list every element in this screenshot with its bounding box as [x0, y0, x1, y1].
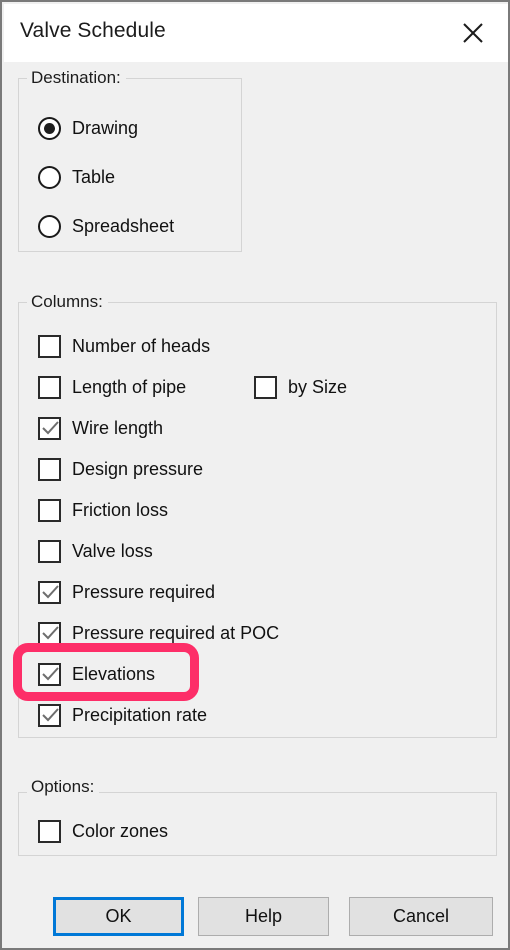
valve-schedule-dialog: Valve Schedule Destination: Drawing Tabl…	[0, 0, 510, 950]
ok-button[interactable]: OK	[53, 897, 184, 936]
destination-legend: Destination:	[27, 68, 126, 88]
checkbox-precipitation-rate[interactable]	[38, 703, 61, 727]
checkbox-label-valve-loss: Valve loss	[72, 541, 153, 561]
checkbox-pressure-required[interactable]	[38, 580, 61, 604]
checkbox-row-precipitation-rate[interactable]: Precipitation rate	[38, 702, 207, 728]
checkbox-label-wire-length: Wire length	[72, 418, 164, 438]
checkbox-row-by-size[interactable]: by Size	[254, 374, 347, 400]
columns-legend: Columns:	[27, 292, 108, 312]
checkbox-number-of-heads[interactable]	[38, 334, 61, 358]
radio-row-drawing[interactable]: Drawing	[38, 115, 138, 141]
checkbox-label-by-size: by Size	[288, 377, 348, 397]
checkbox-pressure-required-at-poc[interactable]	[38, 621, 61, 645]
checkbox-row-design-pressure[interactable]: Design pressure	[38, 456, 203, 482]
radio-drawing[interactable]	[38, 116, 61, 140]
checkbox-row-pressure-required-at-poc[interactable]: Pressure required at POC	[38, 620, 279, 646]
radio-spreadsheet[interactable]	[38, 214, 61, 238]
radio-row-spreadsheet[interactable]: Spreadsheet	[38, 213, 174, 239]
checkbox-row-color-zones[interactable]: Color zones	[38, 818, 168, 844]
checkbox-row-elevations[interactable]: Elevations	[38, 661, 155, 687]
radio-table[interactable]	[38, 165, 61, 189]
checkbox-elevations[interactable]	[38, 662, 61, 686]
checkbox-label-friction-loss: Friction loss	[72, 500, 169, 520]
checkbox-row-length-of-pipe[interactable]: Length of pipe	[38, 374, 186, 400]
window-title: Valve Schedule	[20, 19, 166, 42]
help-button[interactable]: Help	[198, 897, 329, 936]
checkbox-friction-loss[interactable]	[38, 498, 61, 522]
radio-row-table[interactable]: Table	[38, 164, 115, 190]
radio-label-drawing: Drawing	[72, 118, 139, 138]
checkbox-label-design-pressure: Design pressure	[72, 459, 204, 479]
title-bar: Valve Schedule	[4, 4, 508, 62]
checkbox-row-number-of-heads[interactable]: Number of heads	[38, 333, 210, 359]
checkbox-row-friction-loss[interactable]: Friction loss	[38, 497, 168, 523]
checkbox-label-pressure-required: Pressure required	[72, 582, 216, 602]
close-icon[interactable]	[446, 12, 500, 54]
checkbox-label-pressure-required-at-poc: Pressure required at POC	[72, 623, 280, 643]
cancel-button[interactable]: Cancel	[349, 897, 493, 936]
radio-label-spreadsheet: Spreadsheet	[72, 216, 175, 236]
options-legend: Options:	[27, 777, 100, 797]
checkbox-label-color-zones: Color zones	[72, 821, 169, 841]
radio-label-table: Table	[72, 167, 116, 187]
checkbox-valve-loss[interactable]	[38, 539, 61, 563]
checkbox-label-number-of-heads: Number of heads	[72, 336, 211, 356]
checkbox-length-of-pipe[interactable]	[38, 375, 61, 399]
checkbox-label-precipitation-rate: Precipitation rate	[72, 705, 208, 725]
checkbox-wire-length[interactable]	[38, 416, 61, 440]
checkbox-color-zones[interactable]	[38, 819, 61, 843]
checkbox-by-size[interactable]	[254, 375, 277, 399]
checkbox-row-pressure-required[interactable]: Pressure required	[38, 579, 215, 605]
checkbox-label-elevations: Elevations	[72, 664, 156, 684]
checkbox-label-length-of-pipe: Length of pipe	[72, 377, 187, 397]
checkbox-design-pressure[interactable]	[38, 457, 61, 481]
checkbox-row-valve-loss[interactable]: Valve loss	[38, 538, 153, 564]
checkbox-row-wire-length[interactable]: Wire length	[38, 415, 163, 441]
